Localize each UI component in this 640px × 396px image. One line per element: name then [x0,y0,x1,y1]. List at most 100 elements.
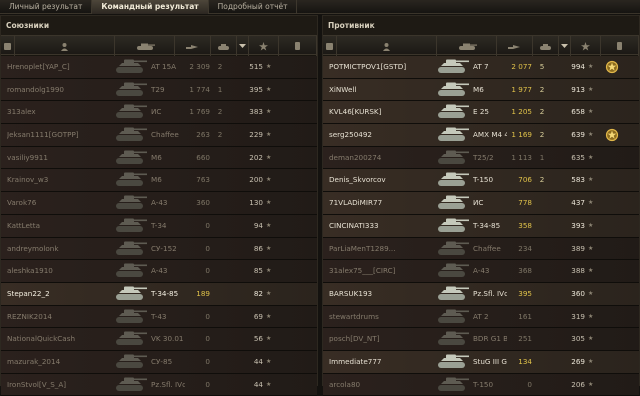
player-name[interactable]: POTMICTPOV1[GSTD] [329,56,435,78]
player-name[interactable]: romandolg1990 [7,79,113,101]
enemies-player-row[interactable]: 31alex75___[CIRC] A-43 368 388 ★ [323,260,639,283]
experience-value: 658 [571,107,585,117]
allies-player-row[interactable]: vasiliy9911 M6 660 202 ★ [1,146,317,170]
enemies-player-row[interactable]: arcola80 T-150 0 206 ★ [323,373,639,396]
tank-icon [435,169,473,191]
allies-header-kills[interactable] [211,36,237,56]
player-name[interactable]: mazurak_2014 [7,351,113,373]
player-name[interactable]: 313alex [7,101,113,123]
allies-player-row[interactable]: KattLetta T-34 0 94 ★ [1,214,317,238]
player-name[interactable]: aleshka1910 [7,260,113,282]
allies-header-squad[interactable] [1,36,15,56]
tank-icon [435,192,473,214]
tank-icon [457,42,477,51]
experience-star-icon: ★ [266,108,272,116]
kills-value [535,351,549,373]
allies-player-row[interactable]: andreymolonk СУ-152 0 86 ★ [1,237,317,261]
enemies-header-medal[interactable] [601,36,639,56]
enemies-header-player[interactable] [337,36,437,56]
allies-player-row[interactable]: mazurak_2014 СУ-85 0 44 ★ [1,350,317,374]
allies-header-tank[interactable] [115,36,175,56]
enemies-header-experience-star[interactable] [571,36,601,56]
allies-player-row[interactable]: Hrenoplet[YAP_C] AT 15A 2 309 2 515 ★ [1,56,317,79]
allies-header-damage[interactable] [175,36,211,56]
player-name[interactable]: ParLiaMenT1289... [329,238,435,260]
player-name[interactable]: serg250492 [329,124,435,146]
player-name[interactable]: IronStvol[V_S_A] [7,374,113,396]
enemies-player-row[interactable]: Denis_Skvorcov T-150 706 2 583 ★ [323,169,639,193]
player-name[interactable]: Denis_Skvorcov [329,169,435,191]
allies-player-row[interactable]: romandolg1990 T29 1 774 1 395 ★ [1,78,317,102]
enemies-player-row[interactable]: Immediate777 StuG III G 134 269 ★ [323,350,639,374]
damage-value: 189 [196,288,210,298]
enemies-player-row[interactable]: ParLiaMenT1289... Chaffee 234 389 ★ [323,237,639,261]
enemies-player-row[interactable]: KVL46[KURSK] E 25 1 205 2 658 ★ [323,101,639,125]
experience-value: 393 [571,220,585,230]
enemies-header-squad[interactable] [323,36,337,56]
allies-player-row[interactable]: NationalQuickCash VK 30.01 H 0 56★ [1,328,317,351]
player-name[interactable]: 71VLADiMIR77 [329,192,435,214]
player-name[interactable]: deman200274 [329,147,435,169]
tab-personal-result[interactable]: Личный результат [0,0,93,14]
player-name[interactable]: CINCINATI333 [329,215,435,237]
vehicle-name: Chaffee [473,243,501,253]
player-name[interactable]: Jeksan1111[GOTPP] [7,124,113,146]
enemies-player-row[interactable]: CINCINATI333 T-34-85 358 393 ★ [323,214,639,238]
vehicle-name: E 25 [473,107,489,117]
enemies-player-row[interactable]: 71VLADiMIR77 ИС 778 437 ★ [323,192,639,215]
player-name[interactable]: Varok76 [7,192,113,214]
tank-icon [435,215,473,237]
enemies-header-damage[interactable] [497,36,533,56]
player-name[interactable]: Stepan22_2 [7,283,113,305]
tab-team-result[interactable]: Командный результат [92,0,209,14]
vehicle-name: Pz.Sfl. IVc [151,379,185,389]
player-name[interactable]: 31alex75___[CIRC] [329,260,435,282]
damage-value: 660 [196,152,210,162]
enemies-player-row[interactable]: POTMICTPOV1[GSTD] AT 7 2 077 5 994 ★ [323,56,639,79]
allies-player-row[interactable]: IronStvol[V_S_A] Pz.Sfl. IVc 0 44 ★ [1,373,317,396]
allies-header-experience-star[interactable] [249,36,279,56]
player-name[interactable]: XiNWell [329,79,435,101]
player-name[interactable]: KattLetta [7,215,113,237]
allies-header-medal[interactable] [279,36,317,56]
experience-star-icon: ★ [588,108,594,116]
enemies-player-row[interactable]: serg250492 AMX M4 45 1 169 2 639★ [323,124,639,147]
enemies-header-kills[interactable] [533,36,559,56]
player-name[interactable]: arcola80 [329,374,435,396]
player-name[interactable]: vasiliy9911 [7,147,113,169]
allies-player-row[interactable]: Stepan22_2 T-34-85 189 82 ★ [1,282,317,306]
player-name[interactable]: posch[DV_NT] [329,328,435,350]
enemies-player-row[interactable]: BARSUK193 Pz.Sfl. IVc 395 360 ★ [323,282,639,306]
experience-star-icon: ★ [588,63,594,70]
player-name[interactable]: Immediate777 [329,351,435,373]
player-name[interactable]: Krainov_w3 [7,169,113,191]
enemies-player-row[interactable]: posch[DV_NT] BDR G1 B 251 305 ★ [323,328,639,351]
enemies-header-sort-arrow[interactable] [559,36,571,56]
player-name[interactable]: Hrenoplet[YAP_C] [7,56,113,78]
experience-value: 515 [249,62,263,71]
vehicle-name: T-34 [151,220,167,230]
tab-detailed-report[interactable]: Подробный отчёт [209,0,298,14]
allies-player-row[interactable]: Krainov_w3 M6 763 200 ★ [1,169,317,193]
allies-rows: Hrenoplet[YAP_C] AT 15A 2 309 2 515 ★ romandol… [1,56,317,396]
enemies-player-row[interactable]: deman200274 T25/2 1 113 1 635 ★ [323,146,639,170]
enemies-header-tank[interactable] [437,36,497,56]
enemies-player-row[interactable]: stewartdrums AT 2 161 319 ★ [323,305,639,329]
player-name[interactable]: NationalQuickCash [7,328,113,350]
player-name[interactable]: REZNIK2014 [7,306,113,328]
allies-header-player[interactable] [15,36,115,56]
player-name[interactable]: BARSUK193 [329,283,435,305]
allies-player-row[interactable]: 313alex ИС 1 769 2 383 ★ [1,101,317,125]
allies-header-sort-arrow[interactable] [237,36,249,56]
tank-icon [435,306,473,328]
allies-player-row[interactable]: Jeksan1111[GOTPP] Chaffee 263 2 229 ★ [1,124,317,147]
allies-player-row[interactable]: aleshka1910 A-43 0 85 ★ [1,260,317,283]
player-name[interactable]: KVL46[KURSK] [329,101,435,123]
allies-player-row[interactable]: Varok76 A-43 360 130 ★ [1,192,317,215]
allies-player-row[interactable]: REZNIK2014 T-43 0 69 ★ [1,305,317,329]
enemies-player-row[interactable]: XiNWell M6 1 977 2 913 ★ [323,78,639,102]
player-name[interactable]: andreymolonk [7,238,113,260]
kills-value [213,283,227,305]
player-name[interactable]: stewartdrums [329,306,435,328]
kills-value: 2 [539,175,545,185]
